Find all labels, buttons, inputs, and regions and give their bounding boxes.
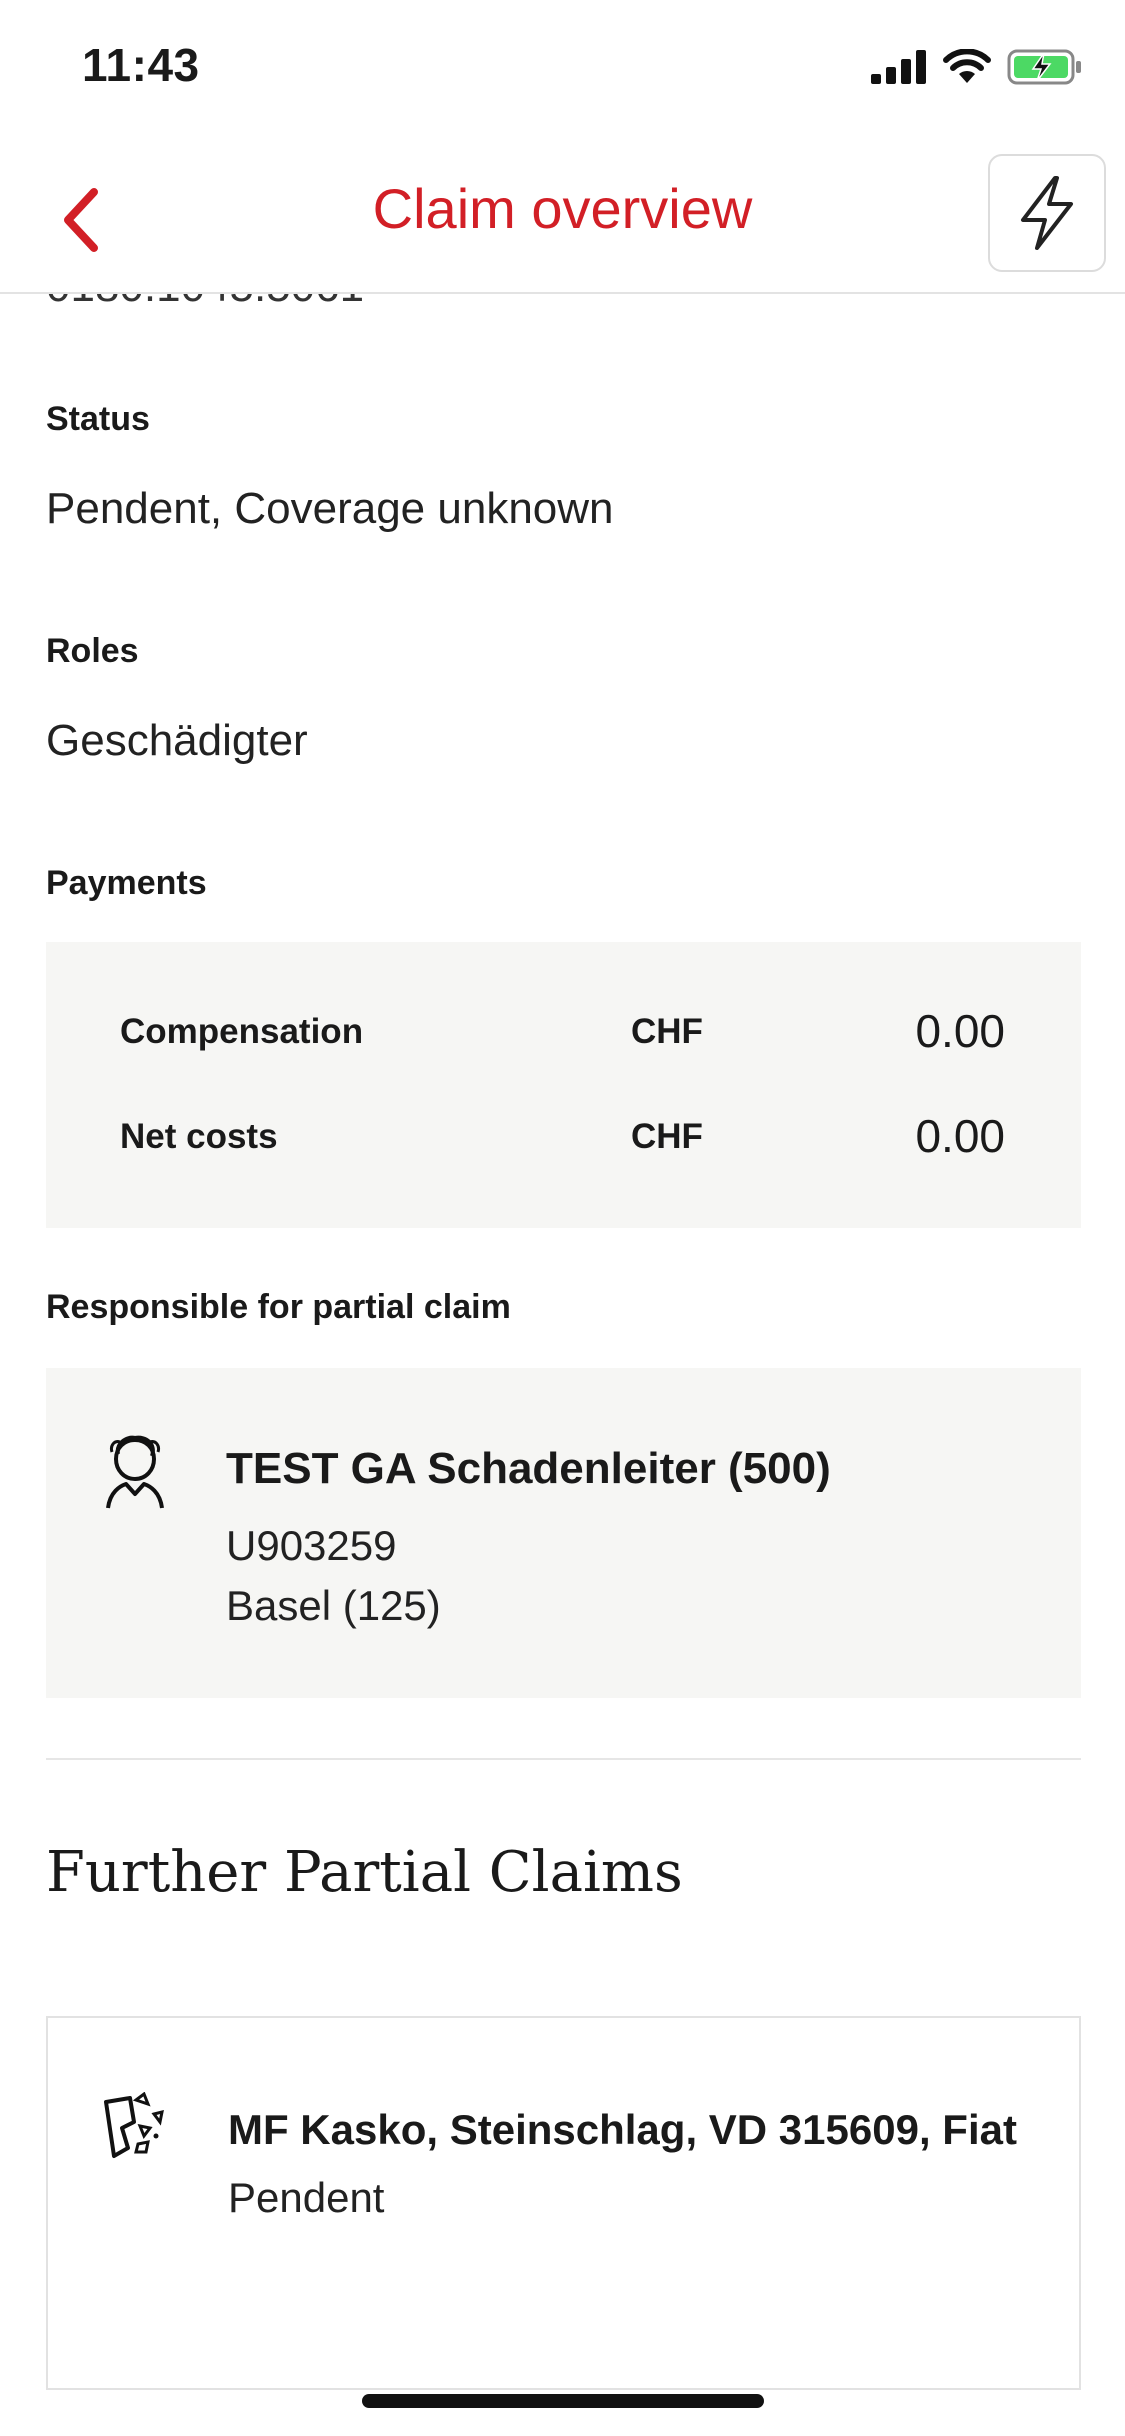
status-value: Pendent, Coverage unknown xyxy=(46,484,614,533)
navigation-bar: Claim overview xyxy=(0,140,1125,294)
payment-amount: 0.00 xyxy=(915,1110,1005,1162)
page-title: Claim overview xyxy=(372,177,753,240)
section-divider xyxy=(46,1758,1081,1760)
partial-claim-status: Pendent xyxy=(228,2174,385,2221)
status-label: Status xyxy=(46,400,150,438)
roles-label: Roles xyxy=(46,632,139,670)
payments-panel: Compensation CHF 0.00 Net costs CHF 0.00 xyxy=(46,942,1081,1228)
partial-claim-title: MF Kasko, Steinschlag, VD 315609, Fiat xyxy=(228,2106,1017,2153)
status-bar: 11:43 xyxy=(0,0,1125,140)
wifi-icon xyxy=(943,49,991,83)
payment-amount: 0.00 xyxy=(915,1005,1005,1057)
responsible-label: Responsible for partial claim xyxy=(46,1288,511,1326)
payment-currency: CHF xyxy=(631,1117,703,1156)
payment-row: Compensation CHF 0.00 xyxy=(46,992,1081,1072)
quick-action-button[interactable] xyxy=(988,154,1106,272)
payment-label: Compensation xyxy=(120,1012,364,1051)
lightning-icon xyxy=(1021,176,1073,250)
battery-charging-icon xyxy=(1007,49,1081,85)
responsible-location: Basel (125) xyxy=(226,1582,441,1629)
status-time: 11:43 xyxy=(82,39,200,91)
payment-currency: CHF xyxy=(631,1012,703,1051)
screen: 11:43 0180.1045.5061 xyxy=(0,0,1125,2436)
payment-row: Net costs CHF 0.00 xyxy=(46,1097,1081,1177)
person-icon xyxy=(106,1435,164,1509)
partial-claim-card[interactable]: MF Kasko, Steinschlag, VD 315609, Fiat P… xyxy=(46,2016,1081,2390)
signal-icon xyxy=(871,50,926,84)
payments-label: Payments xyxy=(46,864,207,902)
payment-label: Net costs xyxy=(120,1117,278,1156)
responsible-user-id: U903259 xyxy=(226,1522,397,1569)
status-icons xyxy=(871,48,1083,86)
home-indicator[interactable] xyxy=(362,2394,764,2408)
responsible-name: TEST GA Schadenleiter (500) xyxy=(226,1444,831,1493)
responsible-panel[interactable]: TEST GA Schadenleiter (500) U903259 Base… xyxy=(46,1368,1081,1698)
roles-value: Geschädigter xyxy=(46,716,308,765)
further-partial-claims-heading: Further Partial Claims xyxy=(46,1840,683,1905)
broken-glass-icon xyxy=(104,2092,164,2158)
